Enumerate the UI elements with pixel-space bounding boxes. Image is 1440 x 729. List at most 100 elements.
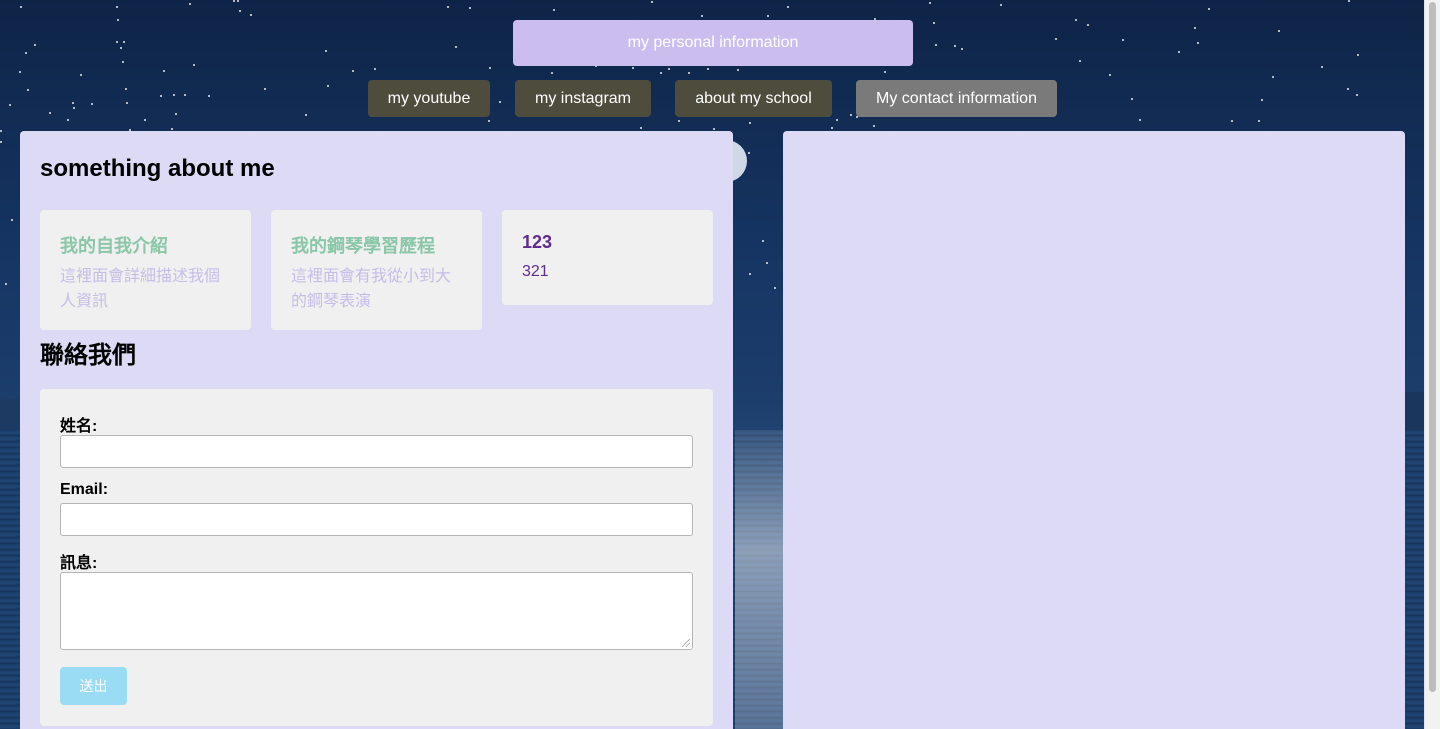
email-input[interactable]	[60, 503, 693, 536]
star	[239, 10, 241, 12]
star	[19, 71, 21, 73]
star	[1348, 0, 1350, 2]
right-content-panel	[783, 131, 1405, 729]
star	[954, 45, 956, 47]
star	[469, 7, 471, 9]
star	[836, 119, 838, 121]
star	[123, 41, 125, 43]
star	[488, 120, 490, 122]
star	[933, 22, 935, 24]
card-heading: 我的鋼琴學習歷程	[291, 236, 435, 256]
star	[1194, 27, 1196, 29]
star	[1321, 66, 1323, 68]
star	[961, 48, 963, 50]
star	[701, 15, 703, 17]
star	[632, 67, 634, 69]
misc-card: 123 321	[502, 210, 713, 305]
moon-reflection	[735, 430, 783, 729]
star	[455, 46, 457, 48]
star	[929, 2, 931, 4]
star	[651, 1, 653, 3]
star	[120, 47, 122, 49]
star	[11, 219, 13, 221]
email-label: Email:	[60, 481, 109, 498]
star	[831, 127, 833, 129]
star	[122, 61, 124, 63]
star	[1055, 38, 1057, 40]
star	[1139, 119, 1141, 121]
star	[1231, 120, 1233, 122]
star	[707, 68, 709, 70]
vertical-scrollbar[interactable]	[1424, 0, 1440, 729]
piano-history-card: 我的鋼琴學習歷程 這裡面會有我從小到大的鋼琴表演	[271, 210, 482, 330]
message-textarea[interactable]	[60, 572, 693, 650]
star	[787, 6, 789, 8]
nav-contact-button[interactable]: My contact information	[856, 80, 1057, 117]
star	[1178, 51, 1180, 53]
star	[0, 141, 2, 143]
star	[766, 262, 768, 264]
star	[193, 64, 195, 66]
left-content-panel: something about me 我的自我介紹 這裡面會詳細描述我個人資訊 …	[20, 131, 733, 729]
star	[767, 15, 769, 17]
card-heading: 123	[522, 232, 553, 252]
nav-school-button[interactable]: about my school	[675, 80, 832, 117]
personal-information-button[interactable]: my personal information	[513, 20, 913, 66]
star	[553, 9, 555, 11]
star	[1075, 19, 1077, 21]
contact-section-title: 聯絡我們	[40, 342, 136, 369]
star	[660, 72, 662, 74]
star	[80, 74, 82, 76]
nav-youtube-button[interactable]: my youtube	[368, 80, 490, 117]
star	[67, 119, 69, 121]
scrollbar-thumb[interactable]	[1429, 2, 1436, 692]
star	[1079, 60, 1081, 62]
star	[352, 70, 354, 72]
star	[737, 69, 739, 71]
card-text: 這裡面會詳細描述我個人資訊	[60, 268, 221, 310]
self-intro-card: 我的自我介紹 這裡面會詳細描述我個人資訊	[40, 210, 251, 330]
star	[233, 0, 235, 2]
star	[489, 67, 491, 69]
star	[1122, 39, 1124, 41]
star	[774, 287, 776, 289]
name-input[interactable]	[60, 435, 693, 468]
resize-handle-icon[interactable]	[682, 639, 690, 647]
star	[1258, 120, 1260, 122]
star	[748, 152, 750, 154]
star	[884, 71, 886, 73]
star	[447, 6, 449, 8]
star	[1272, 76, 1274, 78]
star	[163, 70, 165, 72]
star	[873, 125, 875, 127]
star	[0, 130, 2, 132]
star	[25, 52, 27, 54]
star	[1109, 74, 1111, 76]
nav-instagram-button[interactable]: my instagram	[515, 80, 651, 117]
submit-button[interactable]: 送出	[60, 667, 127, 705]
star	[749, 273, 751, 275]
star	[688, 72, 690, 74]
star	[5, 283, 7, 285]
star	[678, 120, 680, 122]
card-text: 321	[522, 263, 549, 280]
star	[935, 44, 937, 46]
about-section-title: something about me	[40, 155, 275, 182]
star	[20, 6, 22, 8]
star	[116, 41, 118, 43]
star	[34, 44, 36, 46]
star	[171, 128, 173, 130]
star	[1357, 54, 1359, 56]
star	[189, 3, 191, 5]
star	[1208, 8, 1210, 10]
star	[117, 19, 119, 21]
star	[144, 119, 146, 121]
star	[713, 128, 715, 130]
message-label: 訊息:	[60, 555, 98, 572]
card-text: 這裡面會有我從小到大的鋼琴表演	[291, 268, 452, 310]
star	[1087, 24, 1089, 26]
name-label: 姓名:	[60, 418, 98, 435]
star	[1278, 30, 1280, 32]
star	[250, 14, 252, 16]
contact-form: 姓名: Email: 訊息: 送出	[40, 389, 713, 726]
